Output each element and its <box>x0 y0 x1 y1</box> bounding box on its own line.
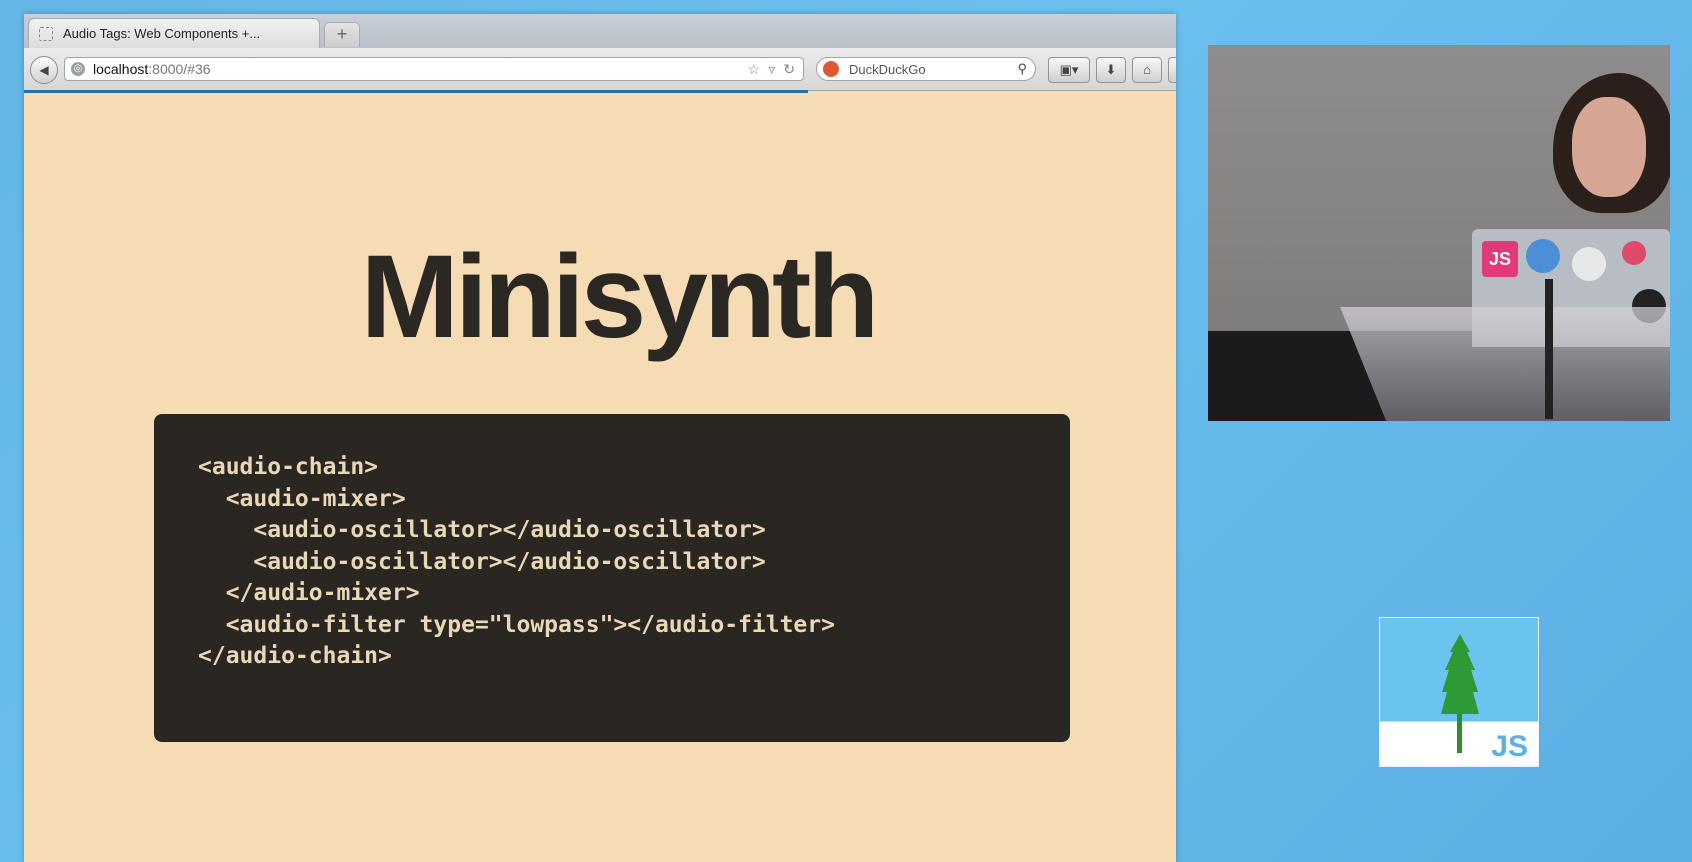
search-icon[interactable]: ⚲ <box>1017 61 1027 77</box>
podium <box>1340 307 1670 421</box>
download-icon: ⬇ <box>1105 62 1117 77</box>
code-line: </audio-chain> <box>198 643 392 669</box>
duckduckgo-icon[interactable] <box>823 61 839 77</box>
tab-strip: Audio Tags: Web Components +... + <box>24 14 1176 48</box>
laptop-sticker-js: JS <box>1482 241 1518 277</box>
code-line: <audio-mixer> <box>198 485 406 512</box>
code-line: <audio-chain> <box>198 454 379 480</box>
logo-text: JS <box>1491 730 1528 763</box>
navigation-toolbar: ◀ ◎ localhost:8000/#36 ☆ ▿ ↻ DuckDuckGo … <box>24 48 1176 91</box>
laptop-sticker <box>1526 239 1560 273</box>
code-block: <audio-chain> <audio-mixer> <audio-oscil… <box>154 414 1070 742</box>
page-load-progress <box>24 90 808 93</box>
page-icon <box>39 26 53 41</box>
code-line: <audio-oscillator></audio-oscillator> <box>198 548 766 575</box>
reload-icon[interactable]: ↻ <box>783 61 795 78</box>
laptop-sticker <box>1572 247 1606 281</box>
window-icon: ▣▾ <box>1059 62 1079 77</box>
downloads-button[interactable]: ⬇ <box>1096 57 1126 83</box>
laptop-sticker <box>1622 241 1646 265</box>
bookmark-star-icon[interactable]: ☆ <box>748 61 761 78</box>
url-path: :8000/#36 <box>148 61 211 77</box>
speaker-video: JS <box>1208 45 1670 421</box>
home-icon: ⌂ <box>1143 62 1151 77</box>
slide-title: Minisynth <box>360 231 880 363</box>
url-host: localhost <box>93 61 149 77</box>
code-line: <audio-filter type="lowpass"></audio-fil… <box>198 611 835 638</box>
dropdown-arrow-icon[interactable]: ▿ <box>768 61 775 78</box>
window-menu-button[interactable]: ▣▾ <box>1048 57 1090 83</box>
code-line: </audio-mixer> <box>198 580 420 606</box>
back-button[interactable]: ◀ <box>30 56 58 84</box>
microphone <box>1545 279 1553 419</box>
search-input[interactable]: DuckDuckGo ⚲ <box>816 57 1036 81</box>
speaker-face <box>1572 97 1646 197</box>
url-bar[interactable]: ◎ localhost:8000/#36 ☆ ▿ ↻ <box>64 57 804 81</box>
code-line: <audio-oscillator></audio-oscillator> <box>198 517 766 543</box>
browser-window: Audio Tags: Web Components +... + ◀ ◎ lo… <box>24 14 1176 862</box>
conference-logo: JS <box>1379 617 1539 767</box>
tab-audio-tags[interactable]: Audio Tags: Web Components +... <box>28 18 320 48</box>
tab-title: Audio Tags: Web Components +... <box>63 26 261 41</box>
back-arrow-icon: ◀ <box>39 63 49 77</box>
search-placeholder: DuckDuckGo <box>849 61 926 77</box>
home-button[interactable]: ⌂ <box>1132 57 1162 83</box>
globe-icon: ◎ <box>71 62 85 76</box>
extension-button[interactable] <box>1168 57 1176 83</box>
new-tab-button[interactable]: + <box>324 22 360 47</box>
